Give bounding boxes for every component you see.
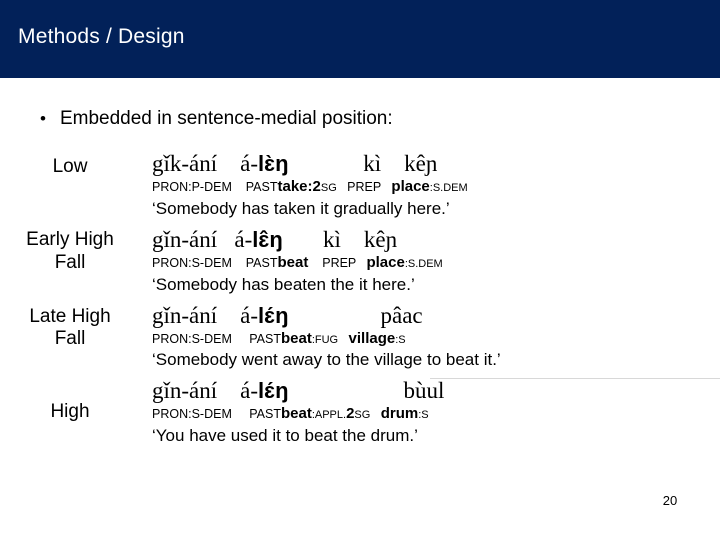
example-label-low: Low — [52, 156, 88, 177]
gloss-part-2-sc: PAST — [231, 331, 281, 346]
gloss-part-2-sc: PAST — [231, 256, 278, 271]
translation-line: ‘Somebody has beaten the it here.’ — [152, 275, 415, 295]
gloss-part-3-sc — [338, 332, 348, 346]
gloss-part-2-bold: take:2 — [277, 178, 321, 196]
gloss-part-3-small: :S.DEM — [429, 182, 468, 195]
gloss-part-3-bold: place — [391, 178, 430, 196]
bullet-text: Embedded in sentence-medial position: — [59, 108, 393, 129]
slide-title-bar: Methods / Design — [0, 0, 720, 78]
vernacular-pre: gǐk-ání á- — [152, 151, 259, 176]
gloss-part-2-bold: beat — [280, 404, 312, 422]
translation-line: ‘Somebody has taken it gradually here.’ — [152, 198, 450, 218]
gloss-part-2-small-2: SG — [354, 408, 371, 421]
example-body: gǐn-ání á-lɛ́ŋ bùul PRON:S-DEM PASTbeat:… — [140, 377, 720, 446]
gloss-line: PRON:S-DEM PASTbeat PREP place:S.DEM — [152, 254, 720, 273]
example-row: Late High Fall gǐn-ání á-lɛ́ŋ pâac PRON:S… — [0, 302, 720, 371]
example-label-early-high-fall: Early High Fall — [26, 229, 114, 273]
gloss-part-2-small: :FUG — [311, 333, 339, 346]
vernacular-post: kì kêɲ — [288, 151, 438, 176]
vernacular-post: pâac — [288, 302, 423, 328]
example-label-late-high-fall: Late High Fall — [29, 305, 111, 349]
example-row: High gǐn-ání á-lɛ́ŋ bùul PRON:S-DEM PAST… — [0, 377, 720, 446]
gloss-part-2-bold: beat — [280, 329, 312, 347]
gloss-line: PRON:S-DEM PASTbeat:FUG village:S — [152, 330, 720, 349]
gloss-part-2-sc: PAST — [231, 406, 281, 421]
gloss-part-3-bold: drum — [380, 404, 419, 422]
vernacular-line: gǐn-ání á-lɛ̂ŋ kì kêɲ — [152, 226, 720, 253]
gloss-part-2-bold: beat — [277, 254, 309, 272]
gloss-part-3-small: :S.DEM — [404, 258, 443, 271]
bullet-marker-icon: • — [40, 109, 46, 128]
gloss-part-3-bold: place — [366, 254, 405, 272]
vernacular-line: gǐn-ání á-lɛ́ŋ bùul — [152, 377, 720, 404]
vernacular-pre: gǐn-ání á- — [152, 227, 253, 253]
gloss-line: PRON:S-DEM PASTbeat:APPL.2SG drum:S — [152, 405, 720, 424]
gloss-part-3-sc: PREP — [308, 256, 367, 271]
example-row: Low gǐk-ání á-lɛ̀ŋ kì kêɲ PRON:P-DEM PAS… — [0, 150, 720, 219]
gloss-part-1: PRON:S-DEM — [152, 331, 232, 346]
slide-number: 20 — [662, 493, 678, 508]
vernacular-post: kì kêɲ — [282, 227, 398, 253]
gloss-part-2-sc: PAST — [231, 180, 278, 195]
gloss-part-1: PRON:P-DEM — [152, 180, 232, 195]
vernacular-post: bùul — [288, 377, 445, 403]
example-body: gǐk-ání á-lɛ̀ŋ kì kêɲ PRON:P-DEM PASTtak… — [140, 150, 720, 219]
gloss-part-3-sc: PREP — [336, 180, 392, 195]
gloss-part-2-small: SG — [320, 182, 337, 195]
example-body: gǐn-ání á-lɛ̂ŋ kì kêɲ PRON:S-DEM PASTbea… — [140, 226, 720, 295]
translation-line: ‘You have used it to beat the drum.’ — [152, 425, 418, 445]
vernacular-target-word: lɛ́ŋ — [258, 302, 289, 328]
example-label-high: High — [50, 400, 90, 422]
vernacular-pre: gǐn-ání á- — [152, 377, 259, 403]
horizontal-divider — [430, 378, 720, 379]
vernacular-line: gǐk-ání á-lɛ̀ŋ kì kêɲ — [152, 150, 720, 177]
gloss-part-3-sc — [370, 407, 380, 421]
vernacular-target-word: lɛ̂ŋ — [252, 227, 283, 253]
gloss-part-1: PRON:S-DEM — [152, 256, 232, 271]
vernacular-target-word: lɛ́ŋ — [258, 377, 289, 403]
example-body: gǐn-ání á-lɛ́ŋ pâac PRON:S-DEM PASTbeat:… — [140, 302, 720, 371]
gloss-part-2-small: :APPL. — [311, 408, 347, 421]
vernacular-target-word: lɛ̀ŋ — [258, 151, 289, 176]
gloss-part-3-small: :S — [395, 333, 406, 346]
gloss-part-3-small: :S — [418, 408, 429, 421]
vernacular-pre: gǐn-ání á- — [152, 302, 259, 328]
page-title: Methods / Design — [18, 25, 185, 48]
bullet-line: • Embedded in sentence-medial position: — [40, 108, 393, 130]
gloss-line: PRON:P-DEM PASTtake:2SG PREP place:S.DEM — [152, 178, 720, 197]
example-row: Early High Fall gǐn-ání á-lɛ̂ŋ kì kêɲ PRO… — [0, 226, 720, 295]
vernacular-line: gǐn-ání á-lɛ́ŋ pâac — [152, 302, 720, 329]
translation-line: ‘Somebody went away to the village to be… — [152, 350, 501, 370]
examples-list: Low gǐk-ání á-lɛ̀ŋ kì kêɲ PRON:P-DEM PAS… — [0, 150, 720, 446]
gloss-part-1: PRON:S-DEM — [152, 406, 232, 421]
gloss-part-3-bold: village — [348, 329, 396, 347]
